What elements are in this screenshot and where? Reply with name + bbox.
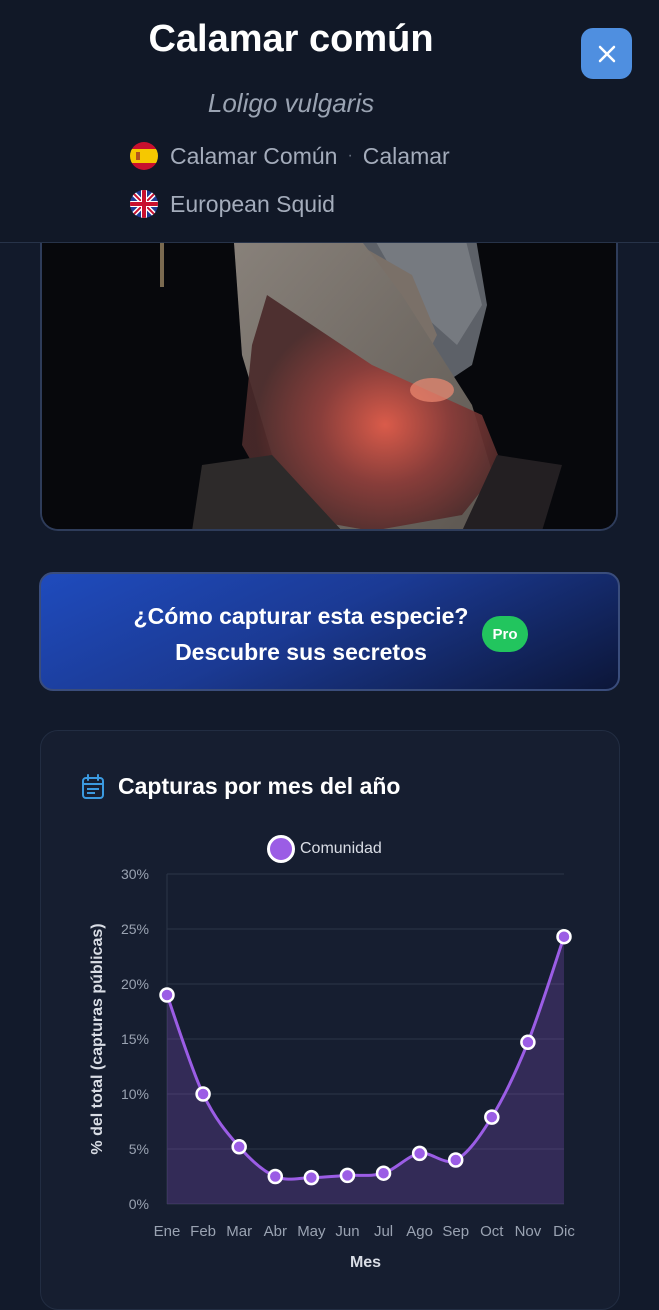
x-tick-label: Jun — [335, 1223, 359, 1240]
common-name: European Squid — [170, 190, 335, 217]
x-tick-label: Dic — [553, 1223, 575, 1240]
x-tick-label: Ago — [406, 1223, 433, 1240]
data-point — [447, 1152, 464, 1168]
cta-line-1: ¿Cómo capturar esta especie? — [133, 603, 469, 629]
data-point — [267, 1168, 284, 1185]
data-point — [411, 1145, 428, 1162]
y-tick-label: 20% — [121, 976, 149, 992]
x-tick-label: Ene — [154, 1223, 181, 1240]
species-title: Calamar común — [148, 18, 434, 60]
y-tick-label: 25% — [121, 921, 149, 937]
x-tick-label: Mar — [226, 1223, 252, 1240]
x-tick-label: May — [297, 1223, 326, 1240]
data-point — [484, 1109, 500, 1125]
cta-line-2: Descubre sus secretos — [175, 639, 427, 665]
y-tick-label: 10% — [121, 1086, 149, 1102]
x-tick-label: Jul — [374, 1223, 393, 1240]
data-point — [195, 1086, 211, 1102]
y-tick-label: 15% — [121, 1031, 149, 1047]
common-name: Calamar — [362, 142, 450, 169]
x-tick-label: Abr — [264, 1223, 287, 1240]
series-area — [167, 936, 564, 1204]
monthly-catches-card: Capturas por mes del año Comunidad 0% 5% 1… — [40, 730, 620, 1310]
data-point — [303, 1169, 320, 1186]
data-point — [339, 1167, 356, 1184]
close-icon — [598, 45, 615, 62]
monthly-catches-chart: 0% 5% 10% 15% 20% 25% 30% Ene Feb Mar Abr May Jun Jul… — [89, 866, 575, 1271]
species-photo — [40, 215, 618, 531]
pro-badge: Pro — [482, 616, 528, 652]
uk-flag-icon — [130, 190, 158, 218]
data-point — [520, 1034, 536, 1051]
x-tick-label: Sep — [442, 1223, 469, 1240]
y-tick-label: 30% — [121, 866, 149, 882]
close-button[interactable] — [581, 28, 632, 79]
y-tick-label: 0% — [129, 1196, 149, 1212]
cta-text: ¿Cómo capturar esta especie? Descubre su… — [101, 598, 501, 670]
x-tick-label: Nov — [515, 1223, 542, 1240]
data-point — [556, 928, 572, 945]
common-names-es: Calamar Común · Calamar — [130, 141, 450, 171]
x-axis-title: Mes — [350, 1254, 381, 1271]
squid-photo-illustration — [42, 215, 616, 529]
scientific-name: Loligo vulgaris — [207, 88, 375, 118]
data-point — [159, 987, 175, 1003]
data-point — [231, 1139, 247, 1155]
common-names-en: European Squid — [130, 189, 335, 219]
x-tick-label: Feb — [190, 1223, 216, 1240]
species-header: Calamar común Loligo vulgaris Calamar Co… — [0, 0, 659, 243]
y-axis-title: % del total (capturas públicas) — [89, 923, 106, 1154]
spain-flag-icon — [130, 142, 158, 170]
data-point — [375, 1165, 392, 1181]
how-to-catch-banner[interactable]: ¿Cómo capturar esta especie? Descubre su… — [39, 572, 620, 691]
common-name: Calamar Común — [170, 142, 338, 169]
name-separator: · — [347, 147, 353, 164]
x-tick-label: Oct — [480, 1223, 504, 1240]
y-tick-label: 5% — [129, 1141, 149, 1157]
